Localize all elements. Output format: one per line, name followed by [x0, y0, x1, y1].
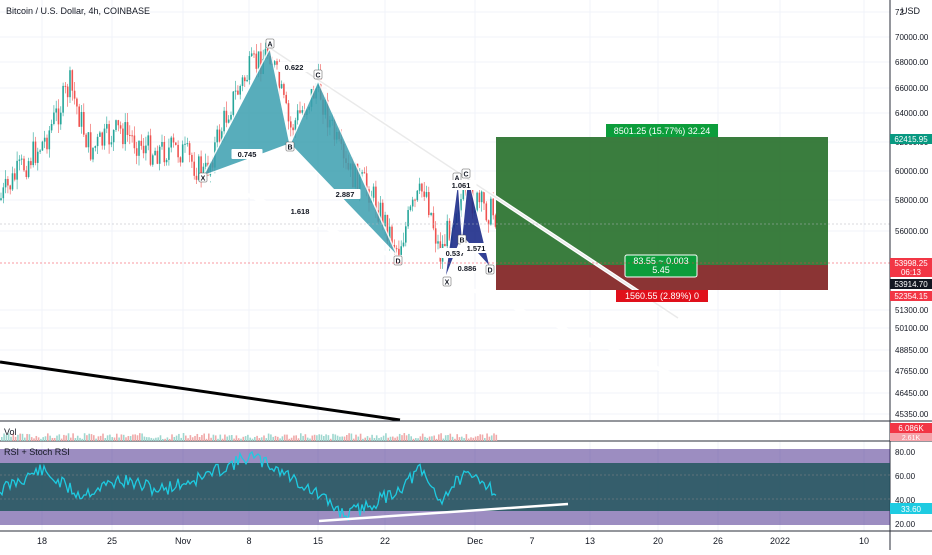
chart-window[interactable]: XABCDXABCD 0.622 0.745 2.887 1.618 1.061 0.53…: [0, 0, 932, 550]
rsi-overbought-band: [0, 449, 890, 463]
harmonic-point-label: C: [463, 172, 468, 179]
time-tick: 25: [107, 536, 117, 546]
price-tag: 53998.25: [894, 259, 928, 268]
harmonic-point-label: D: [395, 259, 400, 266]
time-tick: 7: [529, 536, 534, 546]
price-tag: 62415.95: [894, 135, 928, 144]
price-tick: 51300.00: [895, 306, 929, 315]
price-tick: 48850.00: [895, 346, 929, 355]
harmonic-point-label: X: [445, 280, 450, 287]
time-tick: 13: [585, 536, 595, 546]
harmonic-point-label: X: [201, 176, 206, 183]
target-label: 8501.25 (15.77%) 32.24: [614, 126, 711, 136]
time-tick: Nov: [175, 536, 192, 546]
time-tick: 20: [653, 536, 663, 546]
harmonic-point-label: B: [287, 145, 292, 152]
price-tick: 58000.00: [895, 196, 929, 205]
price-tick: 45350.00: [895, 410, 929, 419]
time-tick: 18: [37, 536, 47, 546]
price-tick: 46450.00: [895, 389, 929, 398]
harmonic-ratio-label: 1.061: [452, 181, 471, 190]
harmonic-ratio-label: 2.887: [336, 190, 355, 199]
time-tick: Dec: [467, 536, 484, 546]
price-tick: 66000.00: [895, 84, 929, 93]
chart-canvas[interactable]: XABCDXABCD 0.6220.7452.8871.6181.0610.53…: [0, 0, 932, 550]
price-tick: 70000.00: [895, 33, 929, 42]
price-tick: 68000.00: [895, 58, 929, 67]
rsi-tick: 20.00: [895, 520, 916, 529]
time-tick: 22: [380, 536, 390, 546]
currency-label: USD: [901, 6, 920, 16]
time-tick: 26: [713, 536, 723, 546]
stop-label: 1560.55 (2.89%) 0: [625, 291, 699, 301]
price-tag: 06:13: [901, 268, 922, 277]
harmonic-point-label: D: [487, 268, 492, 275]
time-tick: 15: [313, 536, 323, 546]
price-tick: 60000.00: [895, 167, 929, 176]
harmonic-ratio-label: 0.622: [285, 63, 304, 72]
volume-label: Vol: [4, 427, 17, 437]
target-zone[interactable]: [496, 137, 828, 265]
harmonic-ratio-label: 0.745: [238, 150, 257, 159]
harmonic-ratio-label: 0.886: [458, 264, 477, 273]
harmonic-ratio-label: 1.618: [291, 207, 310, 216]
rsi-tick: 80.00: [895, 448, 916, 457]
currency-text: USD: [900, 6, 920, 16]
price-tick: 56000.00: [895, 227, 929, 236]
price-tick: 47650.00: [895, 367, 929, 376]
price-tag: 53914.70: [894, 280, 928, 289]
price-tag: 52354.15: [894, 292, 928, 301]
time-tick: 8: [246, 536, 251, 546]
time-tick: 2022: [770, 536, 790, 546]
harmonic-point-label: C: [315, 73, 320, 80]
mid-label-2: 5.45: [652, 265, 670, 275]
symbol-title[interactable]: Bitcoin / U.S. Dollar, 4h, COINBASE: [6, 6, 150, 16]
harmonic-point-label: A: [267, 42, 272, 49]
harmonic-ratio-label: 1.571: [467, 244, 486, 253]
volume-tag-2: 2.61K: [902, 435, 921, 442]
time-tick: 10: [859, 536, 869, 546]
rsi-label: RSI + Stoch RSI: [4, 447, 70, 457]
price-tick: 50100.00: [895, 324, 929, 333]
rsi-tick: 60.00: [895, 472, 916, 481]
price-tick: 64000.00: [895, 109, 929, 118]
volume-tag-1: 6.086K: [898, 424, 924, 433]
rsi-value-tag: 33.60: [901, 505, 922, 514]
